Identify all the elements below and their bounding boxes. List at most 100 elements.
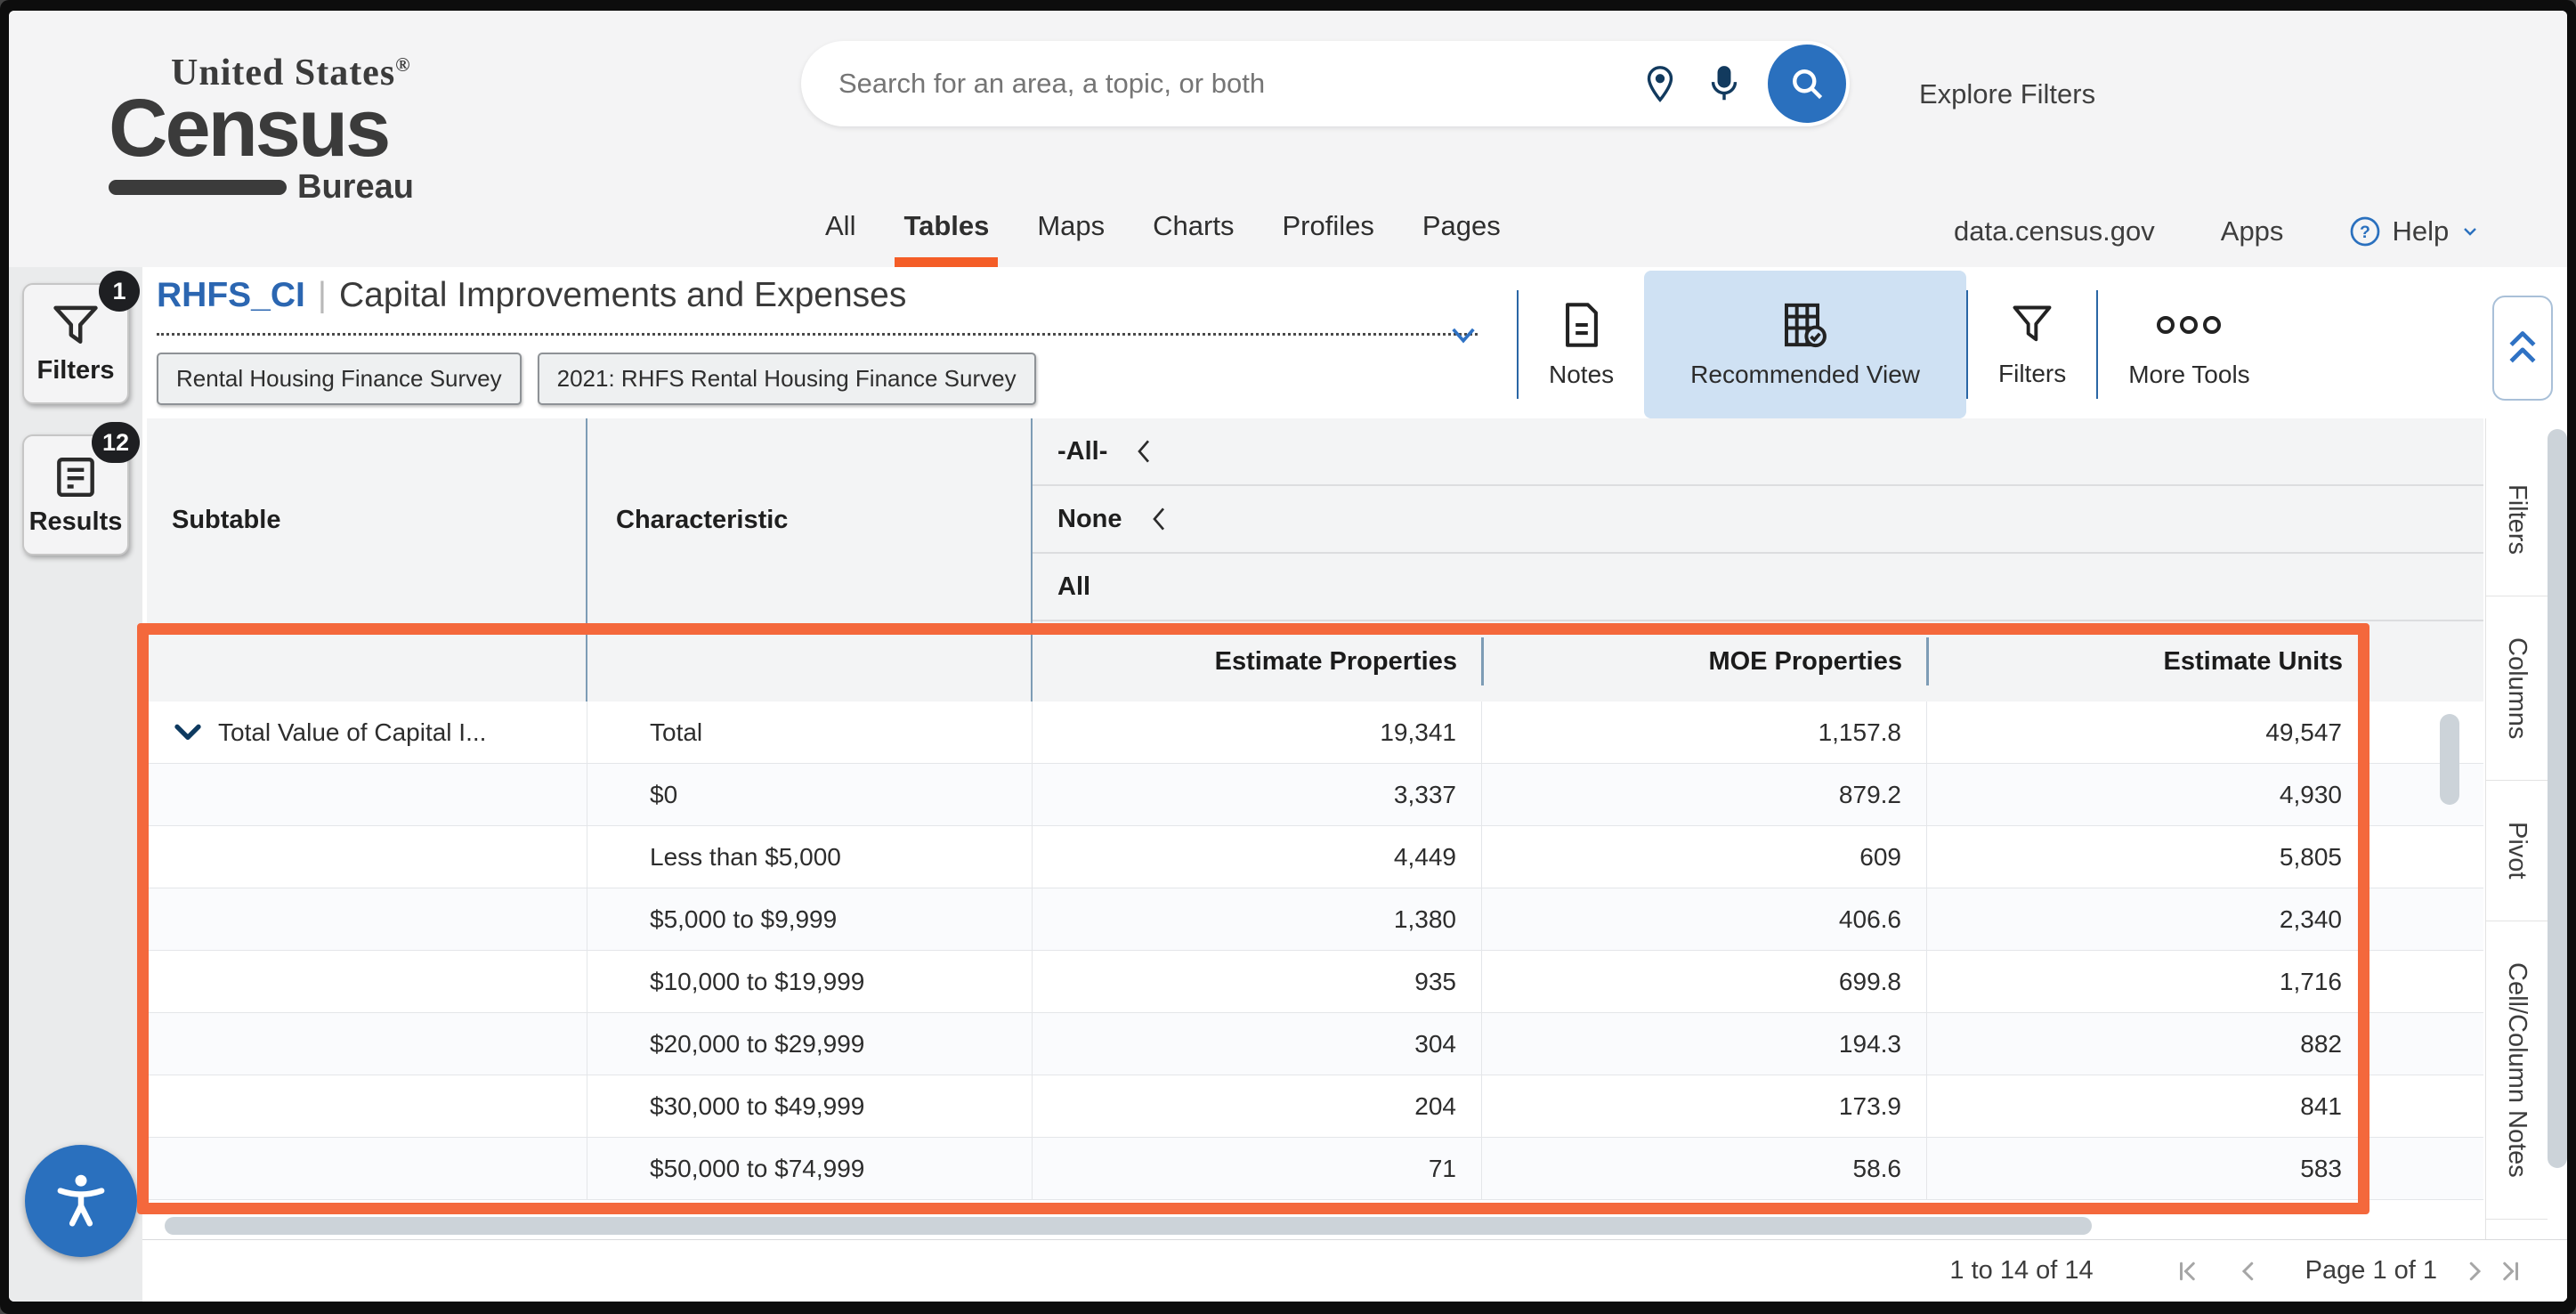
table-row[interactable]: $20,000 to $29,999 304 194.3 882	[147, 1013, 2483, 1075]
table-row[interactable]: $0 3,337 879.2 4,930	[147, 764, 2483, 826]
subtable-header-spacer	[147, 621, 587, 702]
next-page-button[interactable]	[2457, 1253, 2492, 1289]
table-row[interactable]: $50,000 to $74,999 71 58.6 583	[147, 1138, 2483, 1200]
table-row[interactable]: Total Value of Capital I... Total 19,341…	[147, 702, 2483, 764]
more-tools-button[interactable]: More Tools	[2098, 271, 2280, 418]
table-id[interactable]: RHFS_CI	[157, 276, 305, 315]
filters-panel-button[interactable]: 1 Filters	[22, 283, 129, 404]
chevron-left-icon	[2235, 1258, 2262, 1285]
filters-toolbar-button[interactable]: Filters	[1968, 271, 2096, 418]
pagination-bar: 1 to 14 of 14 Page 1 of 1	[142, 1239, 2567, 1302]
chevron-left-icon	[1149, 506, 1169, 532]
help-menu[interactable]: ? Help	[2349, 215, 2481, 247]
survey-chip[interactable]: Rental Housing Finance Survey	[157, 353, 522, 405]
dimension-row-all[interactable]: All	[1033, 554, 2483, 621]
tab-tables[interactable]: Tables	[902, 207, 991, 267]
side-tab-cell-column-notes[interactable]: Cell/Column Notes	[2486, 921, 2548, 1220]
ellipsis-icon	[2151, 300, 2226, 350]
table-title-line: RHFS_CI | Capital Improvements and Expen…	[157, 276, 906, 315]
table-check-icon	[1780, 300, 1830, 350]
results-panel-button[interactable]: 12 Results	[22, 434, 129, 556]
results-count-badge: 12	[92, 422, 140, 463]
accessibility-person-icon	[48, 1168, 114, 1234]
funnel-icon	[50, 303, 101, 349]
tab-profiles[interactable]: Profiles	[1280, 207, 1375, 267]
value-column-headers: Estimate Properties MOE Properties Estim…	[147, 621, 2483, 702]
filters-count-badge: 1	[99, 271, 140, 312]
side-tab-columns[interactable]: Columns	[2486, 596, 2548, 781]
characteristic-column-header[interactable]: Characteristic	[587, 418, 1033, 621]
site-link[interactable]: data.census.gov	[1954, 215, 2155, 247]
survey-year-chip[interactable]: 2021: RHFS Rental Housing Finance Survey	[538, 353, 1036, 405]
title-dotted-underline	[157, 333, 1478, 336]
title-chevron-down-icon[interactable]	[1447, 320, 1479, 351]
table-title: Capital Improvements and Expenses	[339, 276, 906, 315]
accessibility-button[interactable]	[25, 1145, 137, 1257]
right-panel-tabs: Filters Columns Pivot Cell/Column Notes	[2485, 418, 2548, 1239]
utility-nav: data.census.gov Apps ? Help	[1954, 215, 2481, 247]
survey-chips: Rental Housing Finance Survey 2021: RHFS…	[157, 353, 1036, 405]
column-divider	[1481, 637, 1484, 685]
recommended-view-button[interactable]: Recommended View	[1644, 271, 1966, 418]
notes-button[interactable]: Notes	[1519, 271, 1644, 418]
search-button[interactable]	[1768, 45, 1846, 123]
estimate-units-header[interactable]: Estimate Units	[1927, 621, 2368, 702]
double-chevron-up-icon	[2503, 321, 2542, 375]
first-page-button[interactable]	[2170, 1253, 2206, 1289]
last-page-button[interactable]	[2492, 1253, 2528, 1289]
document-lines-icon	[51, 454, 101, 500]
moe-properties-header[interactable]: MOE Properties	[1482, 621, 1927, 702]
table-row[interactable]: $10,000 to $19,999 935 699.8 1,716	[147, 951, 2483, 1013]
chevron-down-icon	[2459, 221, 2481, 242]
explore-filters-link[interactable]: Explore Filters	[1919, 78, 2095, 110]
notes-doc-icon	[1559, 300, 1604, 350]
tab-charts[interactable]: Charts	[1151, 207, 1235, 267]
table-row[interactable]: $30,000 to $49,999 204 173.9 841	[147, 1075, 2483, 1138]
row-expand-caret-icon[interactable]	[174, 723, 202, 742]
tab-pages[interactable]: Pages	[1421, 207, 1503, 267]
last-page-icon	[2497, 1258, 2523, 1285]
chevron-left-icon	[1134, 438, 1154, 465]
search-input[interactable]	[838, 68, 1640, 100]
logo-bar	[109, 180, 287, 195]
microphone-icon[interactable]	[1704, 63, 1745, 104]
main-content: RHFS_CI | Capital Improvements and Expen…	[142, 267, 2567, 1302]
column-divider	[1926, 637, 1929, 685]
help-label: Help	[2392, 215, 2449, 247]
collapse-header-button[interactable]	[2492, 296, 2553, 401]
table-horizontal-scrollbar[interactable]	[165, 1217, 2092, 1235]
logo-bureau-word: Bureau	[297, 168, 414, 207]
dimension-row-all-dash[interactable]: -All-	[1033, 418, 2483, 486]
filters-rail-label: Filters	[36, 356, 114, 385]
side-tab-pivot[interactable]: Pivot	[2486, 781, 2548, 921]
table-vertical-scrollbar[interactable]	[2440, 714, 2459, 805]
logo-census-word: Census	[109, 91, 414, 166]
dimension-rows: -All- None All	[1033, 418, 2483, 621]
census-logo[interactable]: United States® Census Bureau	[109, 52, 414, 207]
tab-maps[interactable]: Maps	[1035, 207, 1106, 267]
result-type-tabs: All Tables Maps Charts Profiles Pages	[823, 207, 1503, 267]
table-row[interactable]: $5,000 to $9,999 1,380 406.6 2,340	[147, 888, 2483, 951]
question-circle-icon: ?	[2349, 215, 2381, 247]
subtable-column-header[interactable]: Subtable	[147, 418, 587, 621]
characteristic-header-spacer	[587, 621, 1033, 702]
previous-page-button[interactable]	[2231, 1253, 2266, 1289]
row-range-label: 1 to 14 of 14	[1949, 1256, 2093, 1286]
header-gutter	[2368, 621, 2483, 702]
side-tab-filters[interactable]: Filters	[2486, 443, 2548, 596]
table-row[interactable]: Less than $5,000 4,449 609 5,805	[147, 826, 2483, 888]
table-toolbar: Notes Recommended View Filters	[1517, 271, 2280, 418]
first-page-icon	[2175, 1258, 2201, 1285]
table-body: Total Value of Capital I... Total 19,341…	[147, 702, 2483, 1200]
dimension-row-none[interactable]: None	[1033, 486, 2483, 554]
svg-text:?: ?	[2360, 223, 2370, 242]
site-header: United States® Census Bureau	[9, 11, 2567, 267]
page-vertical-scrollbar[interactable]	[2548, 429, 2567, 1168]
tab-all[interactable]: All	[823, 207, 857, 267]
browser-frame: United States® Census Bureau	[0, 0, 2576, 1314]
page-indicator: Page 1 of 1	[2305, 1256, 2437, 1286]
results-rail-label: Results	[29, 507, 123, 537]
location-pin-icon[interactable]	[1640, 63, 1681, 104]
apps-link[interactable]: Apps	[2221, 215, 2284, 247]
estimate-properties-header[interactable]: Estimate Properties	[1033, 621, 1482, 702]
